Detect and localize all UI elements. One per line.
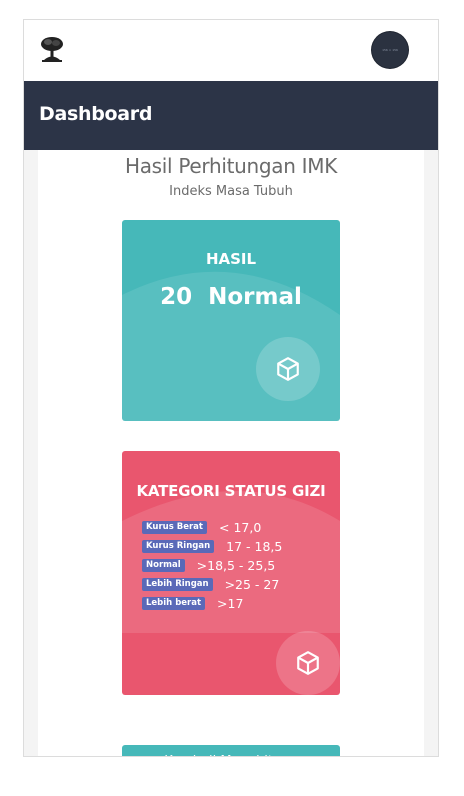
category-item: Kurus Ringan 17 - 18,5 [142, 537, 282, 556]
category-range: < 17,0 [219, 520, 262, 535]
page-header-title: Dashboard [39, 103, 153, 125]
category-item: Normal >18,5 - 25,5 [142, 556, 282, 575]
bmi-status: Normal [208, 284, 302, 310]
category-badge: Lebih berat [142, 597, 206, 610]
category-range: 17 - 18,5 [226, 539, 283, 554]
category-badge: Kurus Ringan [142, 540, 215, 553]
category-list: Kurus Berat < 17,0 Kurus Ringan 17 - 18,… [142, 518, 282, 613]
result-card: HASIL 20 Normal [122, 220, 340, 421]
category-item: Kurus Berat < 17,0 [142, 518, 282, 537]
page-subtitle: Indeks Masa Tubuh [169, 184, 293, 199]
category-title: KATEGORI STATUS GIZI [136, 482, 326, 500]
category-range: >17 [217, 596, 244, 611]
category-badge: Lebih Ringan [142, 578, 213, 591]
category-card: KATEGORI STATUS GIZI Kurus Berat < 17,0 … [122, 451, 340, 695]
top-bar: 156 × 156 [24, 20, 438, 81]
avatar[interactable]: 156 × 156 [372, 32, 408, 68]
result-value-row: 20 Normal [122, 284, 340, 310]
recalculate-button[interactable]: Kembali Menghitung [122, 745, 340, 756]
cube-icon [277, 357, 299, 381]
category-range: >25 - 27 [224, 577, 280, 592]
cube-icon [297, 651, 319, 675]
category-range: >18,5 - 25,5 [196, 558, 276, 573]
category-item: Lebih berat >17 [142, 594, 282, 613]
app-frame: 156 × 156 Dashboard Hasil Perhitungan IM… [23, 19, 439, 757]
result-label: HASIL [205, 250, 257, 268]
bmi-value: 20 [160, 284, 193, 310]
category-badge: Kurus Berat [142, 521, 207, 534]
category-icon-circle [276, 631, 340, 695]
result-icon-circle [256, 337, 320, 401]
page-title: Hasil Perhitungan IMK [124, 154, 338, 178]
main-content: Hasil Perhitungan IMK Indeks Masa Tubuh … [38, 150, 424, 756]
category-item: Lebih Ringan >25 - 27 [142, 575, 282, 594]
category-badge: Normal [142, 559, 185, 572]
page-header: Dashboard [24, 81, 438, 150]
avatar-placeholder-text: 156 × 156 [382, 48, 398, 52]
tree-logo-icon[interactable] [39, 36, 65, 64]
